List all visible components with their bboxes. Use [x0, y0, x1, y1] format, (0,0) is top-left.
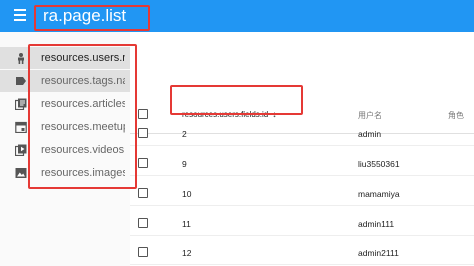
sidebar-item-videos[interactable]: resources.videos.name [0, 139, 130, 161]
app-bar: ra.page.list [0, 0, 474, 32]
library-books-icon [15, 98, 27, 110]
table-row[interactable]: 12 admin2111 [130, 241, 474, 265]
table-row[interactable]: 10 mamamiya [130, 182, 474, 206]
cell-id: 2 [182, 129, 187, 139]
row-checkbox[interactable] [138, 128, 148, 138]
column-header-role[interactable]: 角色 [448, 110, 464, 121]
sidebar-item-articles[interactable]: resources.articles.name [0, 93, 130, 115]
page-title: ra.page.list [43, 6, 127, 25]
menu-icon[interactable] [14, 9, 26, 21]
sidebar-item-label: resources.articles.name [41, 98, 125, 110]
select-all-checkbox[interactable] [138, 109, 148, 119]
sidebar-item-label: resources.images.name [41, 167, 125, 179]
cell-id: 11 [182, 219, 191, 229]
row-checkbox[interactable] [138, 158, 148, 168]
sidebar-item-meetups[interactable]: resources.meetups.name [0, 116, 130, 138]
cell-username: admin [358, 129, 382, 139]
image-icon [15, 168, 27, 178]
cell-username: admin2111 [358, 248, 399, 258]
cell-username: liu3550361 [358, 159, 400, 169]
sidebar-item-tags[interactable]: resources.tags.name [0, 70, 130, 92]
sidebar-item-label: resources.meetups.name [41, 121, 125, 133]
video-library-icon [15, 144, 27, 156]
list-content: resources.users.fields.id ↓ 用户名 角色 2 admi… [130, 32, 474, 266]
table-row[interactable]: 11 admin111 [130, 212, 474, 236]
sidebar-item-label: resources.videos.name [41, 144, 125, 156]
person-icon [18, 53, 24, 64]
sidebar: resources.users.name resources.tags.name… [0, 32, 130, 266]
cell-username: mamamiya [358, 189, 400, 199]
row-checkbox[interactable] [138, 247, 148, 257]
row-checkbox[interactable] [138, 188, 148, 198]
column-header-username[interactable]: 用户名 [358, 110, 382, 121]
sidebar-item-images[interactable]: resources.images.name [0, 162, 130, 184]
event-icon [15, 121, 27, 133]
row-checkbox[interactable] [138, 218, 148, 228]
sidebar-item-label: resources.users.name [41, 52, 125, 64]
cell-id: 9 [182, 159, 187, 169]
cell-id: 12 [182, 248, 192, 258]
table-row[interactable]: 9 liu3550361 [130, 152, 474, 176]
sidebar-item-label: resources.tags.name [41, 75, 125, 87]
label-icon [16, 77, 26, 85]
table-row[interactable]: 2 admin [130, 122, 474, 146]
column-header-id[interactable]: resources.users.fields.id ↓ [182, 109, 277, 119]
cell-id: 10 [182, 189, 192, 199]
sidebar-item-users[interactable]: resources.users.name [0, 47, 130, 69]
arrow-downward-icon: ↓ [272, 109, 277, 119]
cell-username: admin111 [358, 219, 395, 229]
